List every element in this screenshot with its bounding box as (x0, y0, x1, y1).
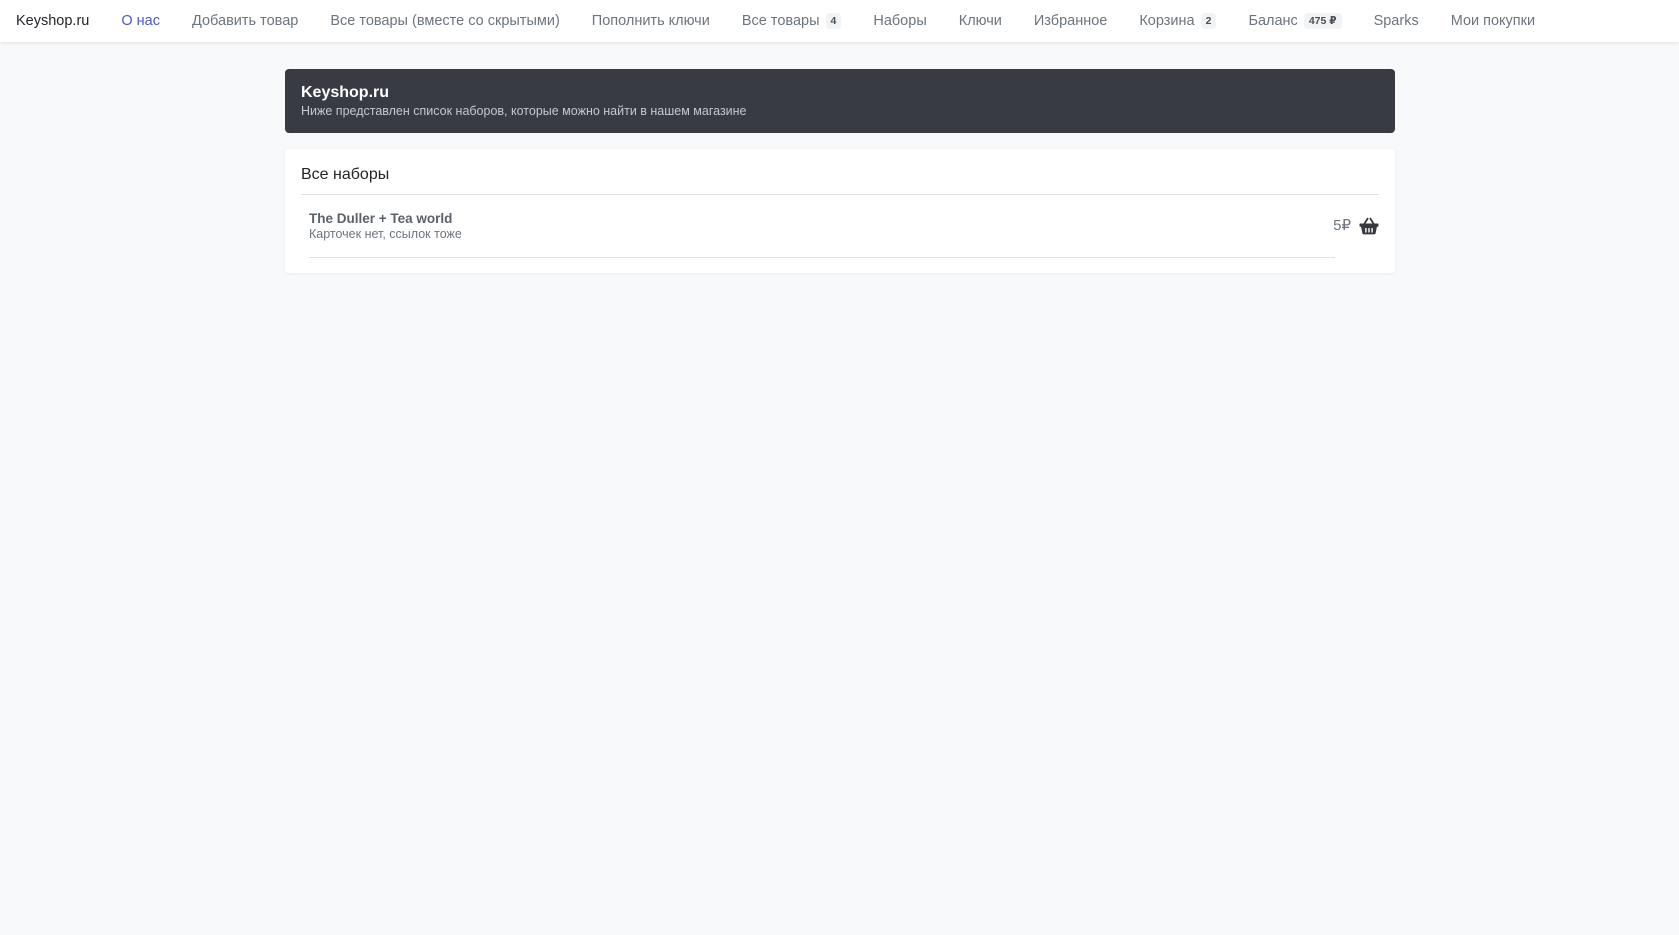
nav-link-about[interactable]: О нас (121, 13, 160, 29)
bundle-list-item: The Duller + Tea world Карточек нет, ссы… (301, 195, 1379, 258)
nav-link-label: Избранное (1033, 13, 1108, 29)
nav-link-label: Мои покупки (1450, 13, 1536, 29)
bundle-name[interactable]: The Duller + Tea world (309, 211, 1335, 227)
nav-link-all-products[interactable]: Все товары 4 (742, 13, 842, 29)
bundle-description: Карточек нет, ссылок тоже (309, 227, 462, 241)
top-navbar: Keyshop.ru О нас Добавить товар Все това… (0, 0, 1679, 42)
nav-link-label: Все товары (вместе со скрытыми) (330, 13, 560, 29)
page-title: Keyshop.ru (301, 84, 390, 101)
nav-link-label: Все товары (741, 13, 820, 29)
page-subtitle: Ниже представлен список наборов, которые… (301, 104, 747, 118)
nav-link-my-purchases[interactable]: Мои покупки (1451, 13, 1535, 29)
nav-link-label: Добавить товар (192, 13, 299, 29)
nav-link-sparks[interactable]: Sparks (1374, 13, 1419, 29)
nav-link-add-product[interactable]: Добавить товар (192, 13, 298, 29)
basket-icon (1359, 217, 1379, 235)
nav-link-bundles[interactable]: Наборы (873, 13, 926, 29)
section-title: Все наборы (301, 149, 1379, 195)
nav-link-label: Корзина (1139, 13, 1195, 29)
nav-link-label: Баланс (1248, 13, 1298, 29)
nav-link-cart[interactable]: Корзина 2 (1139, 13, 1217, 29)
add-to-cart-button[interactable] (1359, 216, 1379, 236)
nav-link-label: Ключи (958, 13, 1002, 29)
nav-link-label: Sparks (1373, 13, 1419, 29)
nav-link-refill-keys[interactable]: Пополнить ключи (592, 13, 710, 29)
page-header-card: Keyshop.ru Ниже представлен список набор… (285, 69, 1395, 133)
cart-count-badge: 2 (1200, 13, 1217, 29)
nav-link-all-products-with-hidden[interactable]: Все товары (вместе со скрытыми) (330, 13, 559, 29)
products-count-badge: 4 (825, 13, 842, 29)
nav-link-balance[interactable]: Баланс 475 ₽ (1248, 13, 1342, 29)
bundles-card: Все наборы The Duller + Tea world Карточ… (285, 149, 1395, 273)
bundle-info: The Duller + Tea world Карточек нет, ссы… (309, 211, 1335, 258)
nav-link-label: Пополнить ключи (591, 13, 710, 29)
brand-link[interactable]: Keyshop.ru (16, 13, 89, 29)
bundle-price: 5₽ (1333, 217, 1351, 234)
nav-link-label: Наборы (873, 13, 927, 29)
balance-badge: 475 ₽ (1303, 13, 1342, 29)
nav-link-keys[interactable]: Ключи (959, 13, 1002, 29)
nav-link-label: О нас (121, 13, 160, 29)
nav-link-favorites[interactable]: Избранное (1034, 13, 1107, 29)
